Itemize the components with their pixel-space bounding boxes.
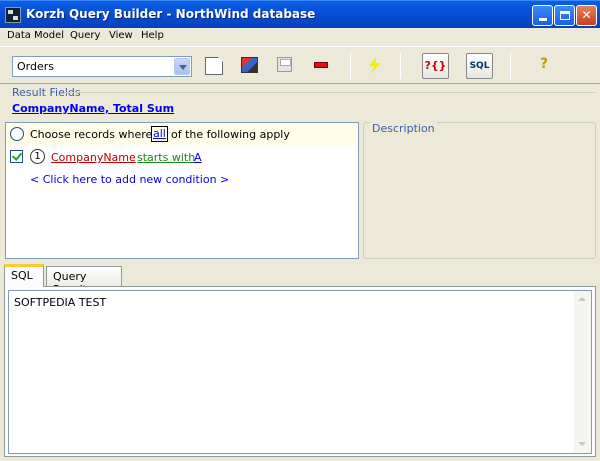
tab-query-result[interactable]: Query Result [46,266,122,296]
conditions-panel: Choose records where all of the followin… [5,122,359,259]
menu-bar: Data Model Query View Help [0,28,600,46]
condition-operator-link[interactable]: starts with [137,151,195,164]
add-condition-link[interactable]: < Click here to add new condition > [30,173,229,186]
result-fields-link[interactable]: CompanyName, Total Sum [12,102,174,115]
condition-checkbox[interactable] [10,150,23,163]
toolbar-separator [510,53,511,79]
sql-tab-panel: SOFTPEDIA TEST [4,286,596,457]
app-icon[interactable] [5,7,21,23]
menu-data-model[interactable]: Data Model [7,30,64,41]
menu-view[interactable]: View [109,30,133,41]
open-icon[interactable] [241,57,258,73]
menu-help[interactable]: Help [141,30,164,41]
bottom-tabs: SQL Query Result [4,264,304,296]
condition-number: 1 [30,149,45,164]
new-icon[interactable] [205,57,223,75]
delete-icon[interactable] [314,62,328,68]
maximize-button[interactable] [554,5,575,26]
close-button[interactable]: ✕ [576,5,597,26]
tab-sql[interactable]: SQL [4,264,44,287]
help-icon[interactable]: ? [540,56,558,74]
minimize-icon [538,18,547,21]
vertical-scrollbar[interactable] [574,291,591,453]
radio-icon[interactable] [10,127,24,141]
parameters-icon[interactable]: ?{} [422,53,449,79]
toolbar: Orders ?{} SQL ? [0,46,600,84]
scroll-down-icon[interactable] [574,436,591,453]
title-bar[interactable]: Korzh Query Builder - NorthWind database… [0,0,600,28]
match-mode-link[interactable]: all [151,126,168,142]
sql-icon[interactable]: SQL [466,53,493,79]
description-panel: Description [363,122,596,259]
entity-combo[interactable]: Orders [12,56,192,77]
conditions-header-suffix: of the following apply [171,128,290,141]
maximize-icon [559,11,570,20]
menu-query[interactable]: Query [70,30,100,41]
toolbar-separator [400,53,401,79]
entity-combo-value: Orders [17,60,54,73]
window-title: Korzh Query Builder - NorthWind database [26,7,316,21]
conditions-header-prefix: Choose records where [30,128,153,141]
divider [66,92,596,93]
condition-field-link[interactable]: CompanyName [51,151,136,164]
toolbar-separator [350,53,351,79]
conditions-header: Choose records where all of the followin… [6,123,358,145]
sql-editor[interactable]: SOFTPEDIA TEST [8,290,592,454]
sql-text[interactable]: SOFTPEDIA TEST [14,296,106,309]
minimize-button[interactable] [532,5,553,26]
scroll-up-icon[interactable] [574,291,591,308]
close-icon: ✕ [581,8,592,22]
save-icon[interactable] [277,57,292,72]
condition-value-link[interactable]: A [194,151,202,164]
description-label: Description [370,122,437,135]
run-icon[interactable] [369,57,381,73]
chevron-down-icon[interactable] [174,58,190,75]
